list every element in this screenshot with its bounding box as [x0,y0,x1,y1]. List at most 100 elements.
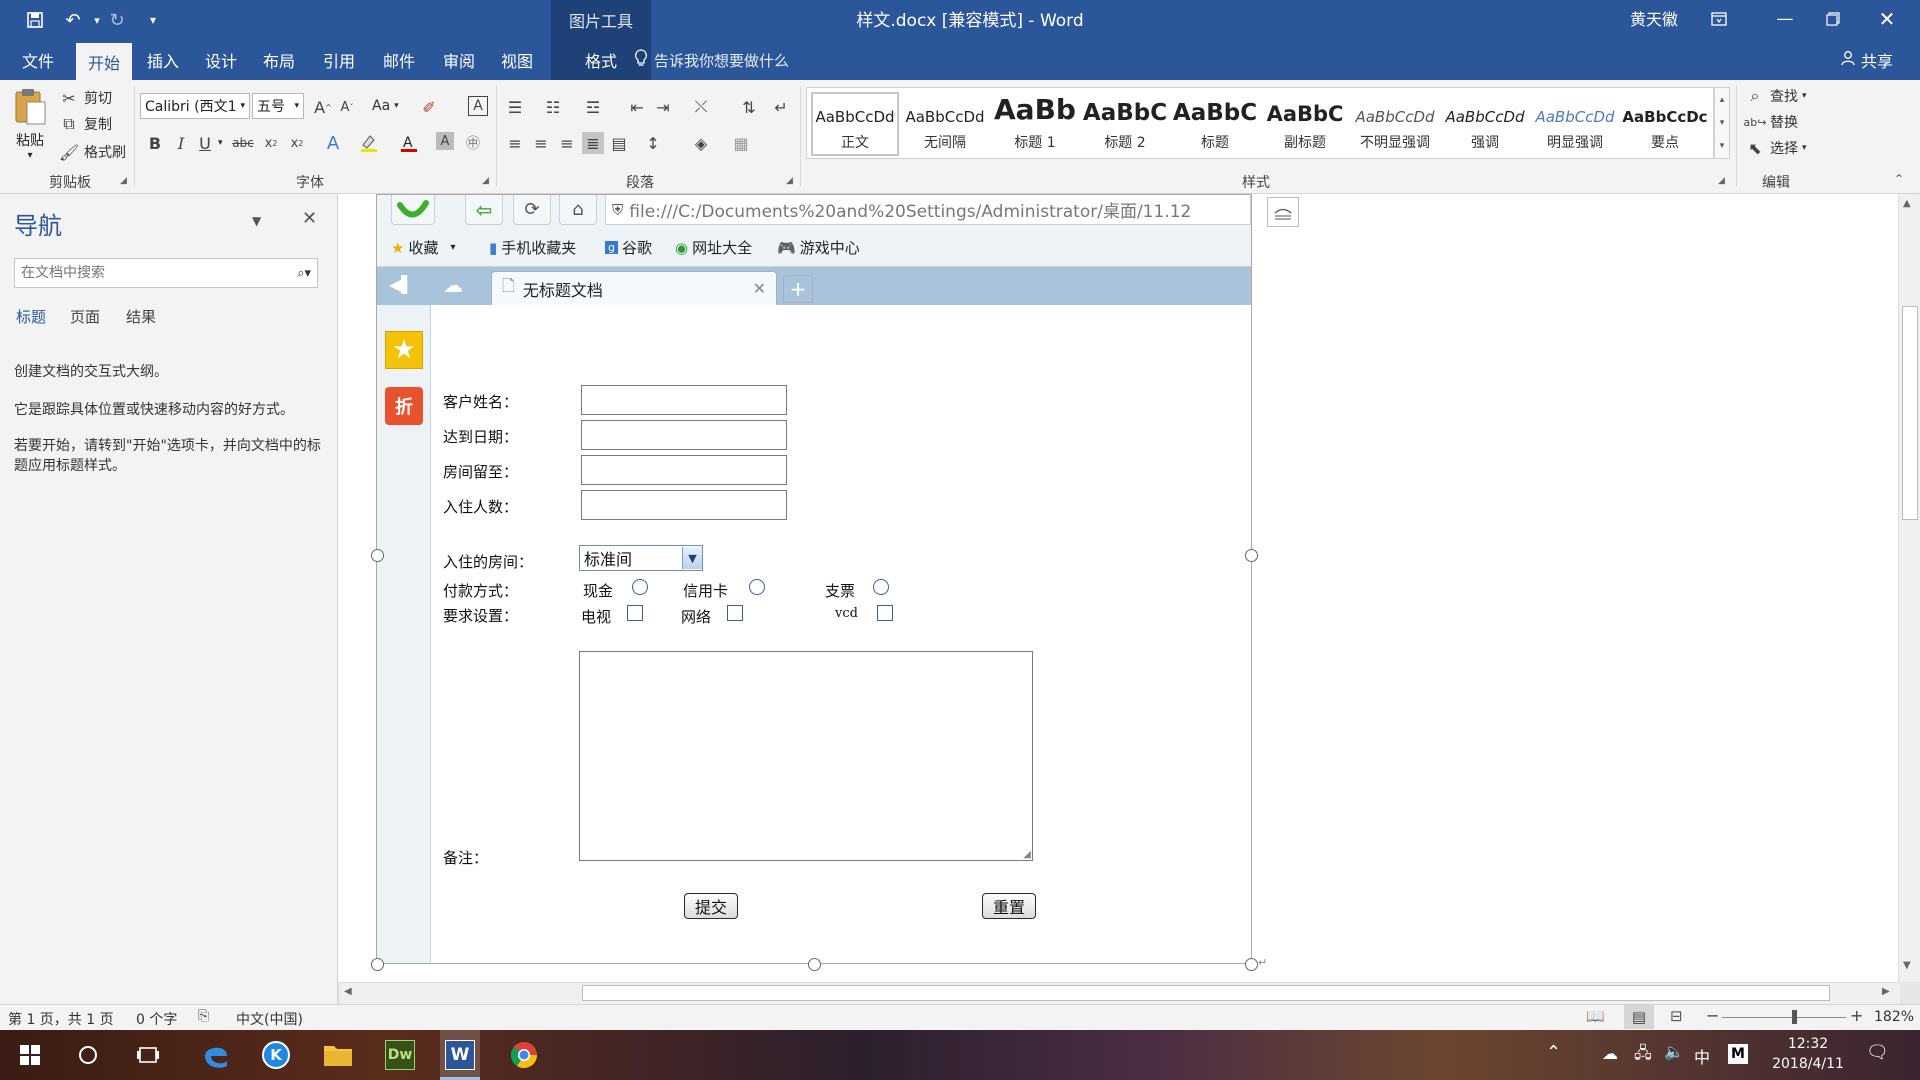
style-normal[interactable]: AaBbCcDd 正文 [811,92,899,156]
nav-tab-results[interactable]: 结果 [126,306,156,327]
clear-formatting-icon[interactable]: ✐ [418,96,440,118]
zoom-out-icon[interactable]: − [1706,1006,1719,1025]
nav-tab-pages[interactable]: 页面 [70,306,100,327]
style-emphasis[interactable]: AaBbCcDd 强调 [1441,92,1529,156]
req-network-checkbox[interactable] [727,605,743,621]
ribbon-display-options-icon[interactable] [1696,0,1742,38]
bookmark-favorites[interactable]: ★ 收藏 ▾ [391,237,456,258]
increase-indent-icon[interactable]: ⇥ [652,96,674,118]
resize-handle-bottom[interactable] [808,958,821,971]
dreamweaver-icon[interactable]: Dw [380,1035,420,1075]
search-icon[interactable]: ⌕▾ [297,266,311,281]
font-launcher-icon[interactable]: ◢ [482,176,489,186]
tab-review[interactable]: 审阅 [434,40,484,80]
action-center-icon[interactable]: 🗨 [1866,1042,1889,1063]
zoom-slider-track[interactable] [1722,1017,1846,1018]
scroll-up-icon[interactable]: ▲ [1903,198,1911,209]
zoom-slider-thumb[interactable] [1792,1010,1797,1024]
tab-design[interactable]: 设计 [196,40,246,80]
horizontal-scrollbar[interactable]: ◀ ▶ [340,982,1900,1004]
line-spacing-icon[interactable]: ↕ [642,132,664,154]
bookmark-sites[interactable]: ◉ 网址大全 [675,237,752,258]
justify-icon[interactable]: ≣ [582,132,604,154]
user-name[interactable]: 黄天徽 [1630,0,1678,36]
paste-dropdown-icon[interactable]: ▾ [27,150,32,161]
resize-handle-bottom-left[interactable] [371,958,384,971]
horizontal-scroll-thumb[interactable] [582,985,1830,1001]
multilevel-list-icon[interactable]: ☲ [582,96,604,118]
web-layout-icon[interactable]: ⊟ [1670,1007,1683,1025]
chevron-up-icon[interactable]: ▴ [1720,95,1725,105]
nav-search-input[interactable] [21,265,261,281]
start-icon[interactable] [10,1035,50,1075]
tab-mailings[interactable]: 邮件 [374,40,424,80]
numbering-icon[interactable]: ☷ [542,96,564,118]
strikethrough-icon[interactable]: abc [232,132,254,154]
nav-close-icon[interactable]: ✕ [302,208,317,229]
save-icon[interactable] [22,8,48,32]
minimize-icon[interactable]: — [1762,0,1808,38]
volume-icon[interactable]: 🔈 [1664,1042,1684,1061]
italic-icon[interactable]: I [170,132,192,154]
req-tv-checkbox[interactable] [627,605,643,621]
embedded-picture[interactable]: ⇦ ⟳ ⌂ ⛨ file:///C:/Documents%20and%20Set… [376,194,1252,964]
chrome-icon[interactable] [504,1035,544,1075]
underline-dropdown-icon[interactable]: ▾ [218,138,223,148]
styles-launcher-icon[interactable]: ◢ [1718,176,1725,186]
stay-until-field[interactable] [581,455,787,485]
address-bar[interactable]: ⛨ file:///C:/Documents%20and%20Settings/… [605,195,1251,225]
copy-button[interactable]: ⧉ 复制 [58,112,112,136]
expand-icon[interactable]: ▾ [1720,141,1725,151]
styles-scroll[interactable]: ▴ ▾ ▾ [1714,87,1730,159]
decrease-indent-icon[interactable]: ⇤ [626,96,648,118]
resize-handle-left[interactable] [371,549,384,562]
zoom-level[interactable]: 182% [1874,1009,1914,1025]
collapse-ribbon-icon[interactable]: ⌃ [1894,172,1904,186]
word-icon[interactable]: W [440,1035,480,1075]
style-title[interactable]: AaBbC 标题 [1171,92,1259,156]
req-vcd-checkbox[interactable] [877,605,893,621]
resize-handle-right[interactable] [1245,549,1258,562]
resize-grip-icon[interactable]: ◢ [1023,849,1031,860]
pay-credit-radio[interactable] [749,579,765,595]
scroll-right-icon[interactable]: ▶ [1882,986,1890,997]
sidebar-toggle-icon[interactable]: ◀▌ [389,275,414,294]
clipboard-launcher-icon[interactable]: ◢ [120,176,127,186]
change-case-button[interactable]: Aa ▾ [372,94,399,118]
tab-file[interactable]: 文件 [12,40,64,80]
vertical-scrollbar[interactable]: ▲ ▼ [1898,194,1920,982]
restore-icon[interactable] [1810,0,1856,38]
edge-icon[interactable] [196,1035,236,1075]
shrink-font-icon[interactable]: Aˇ [336,96,358,118]
align-left-icon[interactable]: ≡ [504,132,526,154]
grow-font-icon[interactable]: A ^ [312,96,334,118]
select-button[interactable]: ⬉ 选择 ▾ [1744,136,1806,160]
room-type-select[interactable]: 标准间 ▼ [579,545,703,571]
scroll-down-icon[interactable]: ▼ [1903,960,1911,971]
tab-references[interactable]: 引用 [314,40,364,80]
task-view-icon[interactable] [128,1035,168,1075]
back-icon[interactable]: ⇦ [465,195,503,225]
distributed-icon[interactable]: ▤ [608,132,630,154]
show-marks-icon[interactable]: ↵ [770,96,792,118]
bullets-icon[interactable]: ☰ [504,96,526,118]
show-hidden-icons-icon[interactable]: ⌃ [1546,1042,1561,1063]
chevron-down-icon[interactable]: ▼ [682,547,702,569]
underline-icon[interactable]: U [194,132,216,154]
discount-icon[interactable]: 折 [385,387,423,425]
customize-qat-icon[interactable]: ▾ [140,8,166,32]
home-icon[interactable]: ⌂ [559,195,597,225]
proofing-icon[interactable]: ⎘ [198,1008,209,1024]
remarks-textarea[interactable]: ◢ [579,651,1033,861]
enclose-characters-icon[interactable]: ㊥ [462,132,484,154]
align-right-icon[interactable]: ≡ [556,132,578,154]
format-painter-button[interactable]: 🖌 格式刷 [58,140,126,164]
redo-icon[interactable]: ↻ [104,8,130,32]
network-icon[interactable]: 🖧 [1634,1042,1652,1069]
file-explorer-icon[interactable] [318,1035,358,1075]
character-border-icon[interactable]: A [468,96,488,116]
kugou-icon[interactable]: K [256,1035,296,1075]
style-intense-emphasis[interactable]: AaBbCcDd 明显强调 [1531,92,1619,156]
style-heading-1[interactable]: AaBb 标题 1 [991,92,1079,156]
submit-button[interactable]: 提交 [684,893,738,919]
